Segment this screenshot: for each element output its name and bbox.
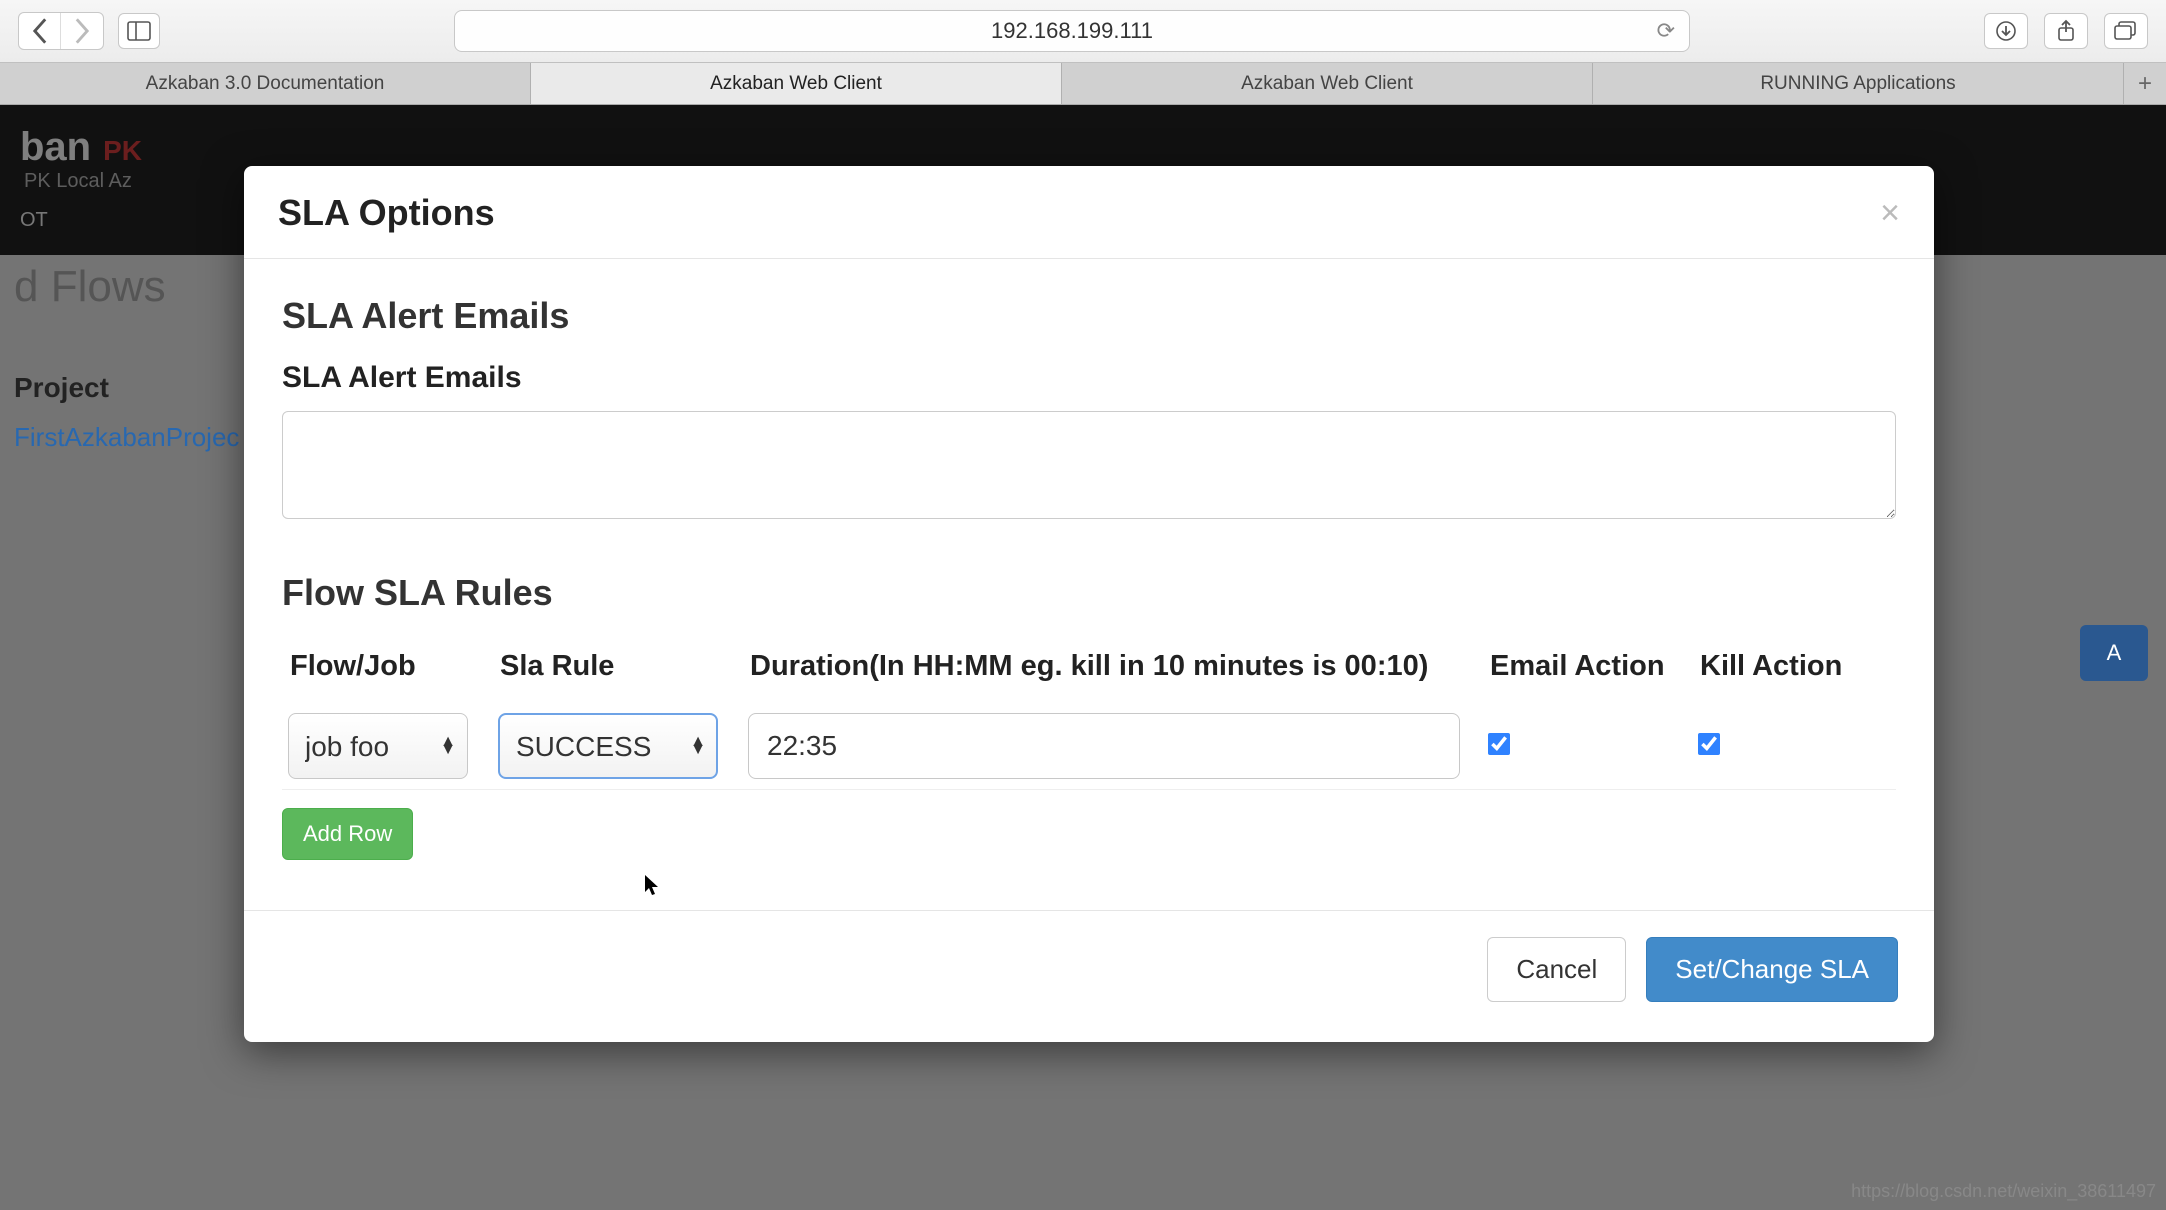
modal-body: SLA Alert Emails SLA Alert Emails Flow S… [244, 259, 1934, 910]
col-email: Email Action [1482, 638, 1692, 703]
flow-select[interactable]: job foo [288, 713, 468, 779]
tabs-button[interactable] [2104, 13, 2148, 49]
forward-button[interactable] [61, 13, 103, 49]
reload-icon[interactable]: ⟳ [1657, 18, 1675, 44]
downloads-button[interactable] [1984, 13, 2028, 49]
tab-running-apps[interactable]: RUNNING Applications [1593, 63, 2124, 104]
url-text: 192.168.199.111 [991, 18, 1153, 44]
watermark-text: https://blog.csdn.net/weixin_38611497 [1851, 1181, 2156, 1202]
share-button[interactable] [2044, 13, 2088, 49]
modal-title: SLA Options [278, 192, 495, 234]
tab-azkaban-docs[interactable]: Azkaban 3.0 Documentation [0, 63, 531, 104]
sidebar-panel-button[interactable] [118, 13, 160, 49]
col-kill: Kill Action [1692, 638, 1896, 703]
browser-toolbar: 192.168.199.111 ⟳ [0, 0, 2166, 63]
col-rule: Sla Rule [492, 638, 742, 703]
rules-section-heading: Flow SLA Rules [282, 572, 1896, 614]
toolbar-right [1984, 13, 2148, 49]
tab-azkaban-web-2[interactable]: Azkaban Web Client [1062, 63, 1593, 104]
rules-table: Flow/Job Sla Rule Duration(In HH:MM eg. … [282, 638, 1896, 790]
cursor-icon [644, 874, 660, 902]
emails-section-heading: SLA Alert Emails [282, 295, 1896, 337]
submit-button[interactable]: Set/Change SLA [1646, 937, 1898, 1002]
modal-footer: Cancel Set/Change SLA [244, 910, 1934, 1042]
table-row: job foo ▲▼ SUCCESS ▲▼ [282, 703, 1896, 790]
rule-select[interactable]: SUCCESS [498, 713, 718, 779]
back-button[interactable] [19, 13, 61, 49]
kill-action-checkbox[interactable] [1698, 733, 1720, 755]
cancel-button[interactable]: Cancel [1487, 937, 1626, 1002]
nav-group [18, 12, 104, 50]
emails-textarea[interactable] [282, 411, 1896, 519]
browser-tabs-row: Azkaban 3.0 Documentation Azkaban Web Cl… [0, 63, 2166, 105]
close-icon[interactable]: × [1880, 194, 1900, 233]
url-bar[interactable]: 192.168.199.111 ⟳ [454, 10, 1690, 52]
sla-modal: SLA Options × SLA Alert Emails SLA Alert… [244, 166, 1934, 1042]
bg-sla-button: A [2080, 625, 2148, 681]
col-flow: Flow/Job [282, 638, 492, 703]
add-row-button[interactable]: Add Row [282, 808, 413, 860]
emails-label: SLA Alert Emails [282, 361, 1896, 395]
modal-header: SLA Options × [244, 166, 1934, 259]
col-duration: Duration(In HH:MM eg. kill in 10 minutes… [742, 638, 1482, 703]
email-action-checkbox[interactable] [1488, 733, 1510, 755]
duration-input[interactable] [748, 713, 1460, 779]
new-tab-button[interactable]: + [2124, 63, 2166, 104]
tab-azkaban-web-1[interactable]: Azkaban Web Client [531, 63, 1062, 104]
